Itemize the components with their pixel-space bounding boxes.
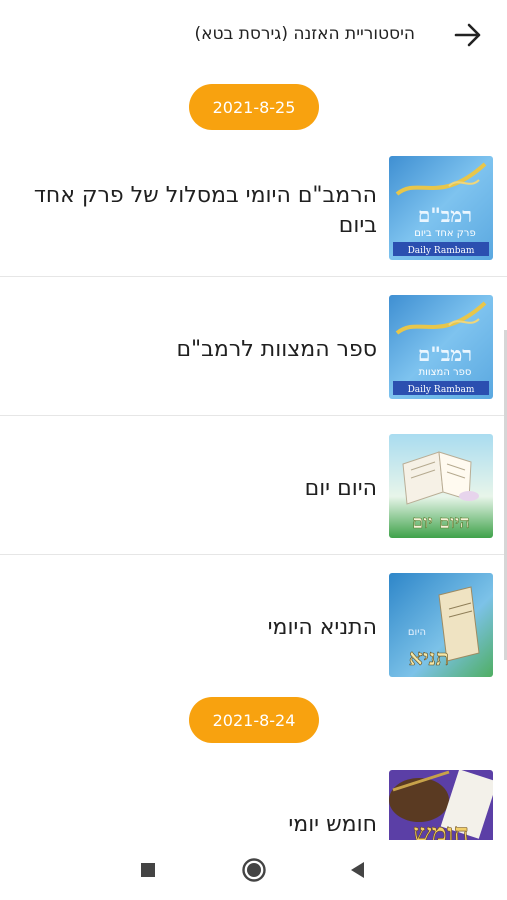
divider [0, 554, 507, 555]
list-item-label: חומש יומי [288, 811, 377, 837]
list-item-label: התניא היומי [267, 614, 377, 640]
tanya-thumbnail: היום תניא [389, 573, 493, 677]
circle-icon[interactable] [236, 852, 272, 888]
page-title: היסטוריית האזנה (גירסת בטא) [194, 24, 415, 44]
list-item[interactable]: רמב"ם פרק אחד ביום Daily Rambam הרמב"ם ה… [0, 141, 507, 280]
list-item[interactable]: חומש חומש יומי [0, 755, 507, 840]
list-item[interactable]: היום יום היום יום [0, 419, 507, 558]
triangle-back-icon[interactable] [340, 852, 376, 888]
list-item-label: היום יום [304, 475, 377, 501]
thumb-title: רמב"ם [418, 342, 472, 366]
thumb-subtitle: פרק אחד ביום [414, 228, 475, 239]
thumb-subtitle: היום [408, 627, 426, 638]
divider [0, 415, 507, 416]
list-item-label: הרמב"ם היומי במסלול של פרק אחד ביום [33, 182, 377, 238]
system-nav-bar [0, 840, 507, 900]
history-list[interactable]: 2021-8-25 רמב"ם פרק אחד ביום Daily Ramba… [0, 72, 507, 840]
thumb-title: חומש [413, 819, 469, 840]
thumb-subtitle: ספר המצוות [419, 367, 472, 378]
list-item[interactable]: רמב"ם ספר המצוות Daily Rambam ספר המצוות… [0, 280, 507, 419]
list-item[interactable]: היום תניא התניא היומי [0, 558, 507, 697]
hayom-yom-thumbnail: היום יום [389, 434, 493, 538]
thumb-title: תניא [409, 645, 449, 671]
thumb-title: רמב"ם [418, 203, 472, 227]
thumb-banner: Daily Rambam [408, 246, 475, 256]
rambam-thumbnail: רמב"ם פרק אחד ביום Daily Rambam [389, 156, 493, 260]
date-chip: 2021-8-24 [189, 697, 319, 743]
thumb-title: היום יום [412, 512, 470, 533]
sefer-hamitzvot-thumbnail: רמב"ם ספר המצוות Daily Rambam [389, 295, 493, 399]
list-item-label: ספר המצוות לרמב"ם [176, 336, 377, 362]
app-bar: היסטוריית האזנה (גירסת בטא) [0, 0, 507, 72]
date-chip-label: 2021-8-24 [212, 710, 296, 730]
chumash-thumbnail: חומש [389, 770, 493, 840]
date-chip: 2021-8-25 [189, 84, 319, 130]
arrow-right-icon[interactable] [451, 18, 485, 52]
square-icon[interactable] [130, 852, 166, 888]
divider [0, 276, 507, 277]
date-chip-label: 2021-8-25 [212, 97, 296, 117]
thumb-banner: Daily Rambam [408, 385, 475, 395]
